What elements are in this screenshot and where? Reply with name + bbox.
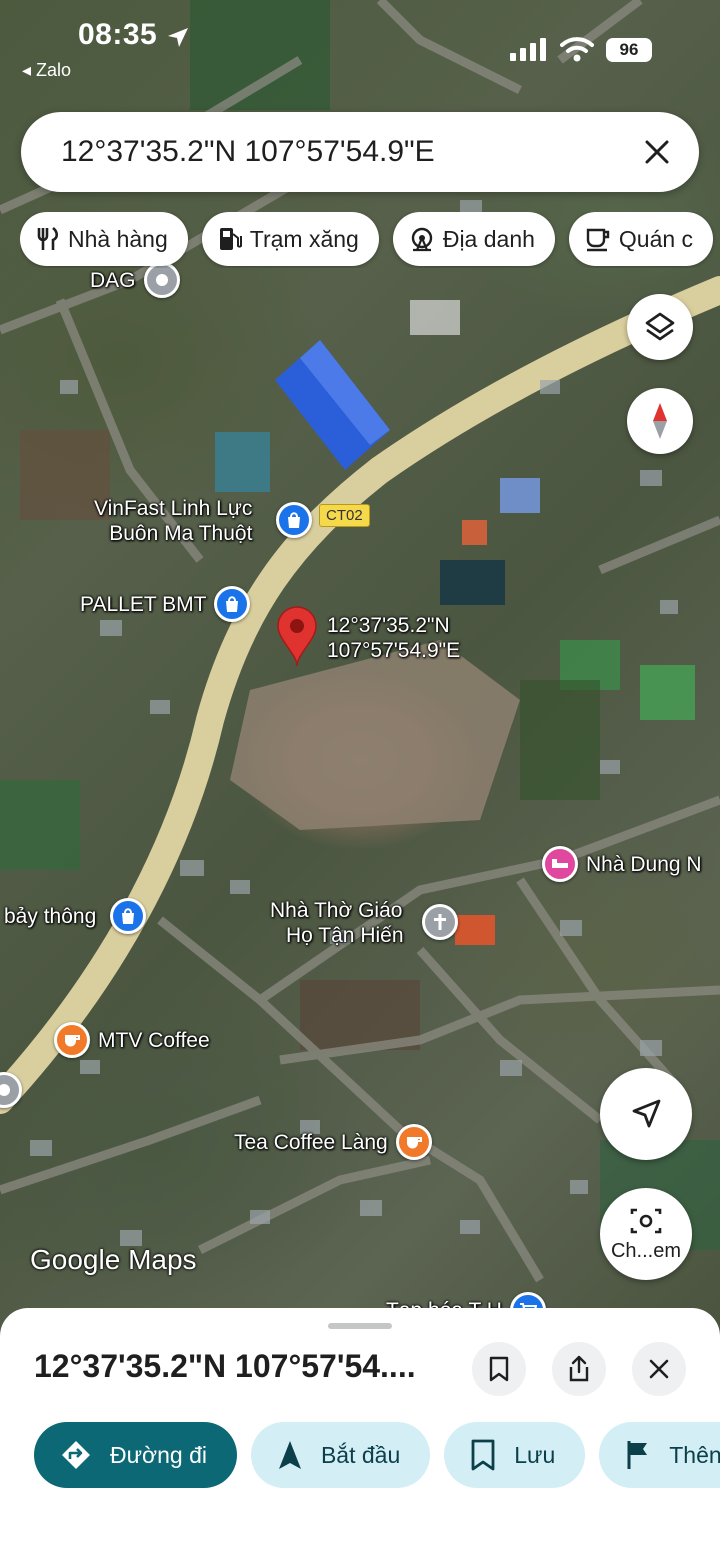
status-bar: 08:35 ◂ Zalo 96 [0,0,720,90]
navigation-arrow-icon [278,1441,301,1469]
bookmark-icon [489,1356,509,1382]
poi-tea-coffee[interactable]: Tea Coffee Làng [234,1124,432,1160]
layers-button[interactable] [627,294,693,360]
directions-icon [62,1441,90,1469]
shopping-bag-icon[interactable] [276,502,312,538]
lens-label: Ch...em [610,1239,682,1262]
close-icon [649,1359,669,1379]
wifi-icon [560,37,594,62]
cafe-icon [586,228,610,252]
chip-label: Quán c [618,225,694,252]
back-to-app-link[interactable]: ◂ Zalo [22,60,71,81]
road-label: CT02 [319,504,370,527]
chip-label: Địa danh [442,225,535,252]
shopping-bag-icon [214,586,251,622]
lens-camera-button[interactable]: Ch...em [600,1188,692,1280]
more-label: Thên [669,1441,720,1468]
chip-label: Trạm xăng [249,225,359,252]
pin-coord-lat: 12°37'35.2"N [327,614,450,637]
poi-nha-dung[interactable]: Nhà Dung N [542,846,702,882]
poi-mtv-coffee[interactable]: MTV Coffee [54,1022,210,1058]
poi-label: DAG [90,268,136,292]
close-sheet-button[interactable] [632,1342,686,1396]
pin-coord-lng: 107°57'54.9"E [327,639,461,662]
bookmark-icon [471,1439,495,1471]
directions-label: Đường đi [110,1441,207,1468]
coffee-cup-icon [54,1022,90,1058]
poi-label-line1: Nhà Thờ Giáo [270,899,403,922]
cellular-signal-icon [510,38,546,61]
chip-gas-stations[interactable]: Trạm xăng [201,212,379,266]
church-cross-icon[interactable] [422,904,458,940]
clear-search-button[interactable] [627,122,687,182]
place-title: 12°37'35.2"N 107°57'54.... [34,1348,416,1384]
poi-church[interactable]: Nhà Thờ Giáo Họ Tận Hiến [270,898,404,948]
category-chips: Nhà hàng Trạm xăng Địa danh Quán c [20,212,720,268]
chip-landmarks[interactable]: Địa danh [392,212,555,266]
poi-label: Nhà Dung N [586,852,702,876]
poi-label: MTV Coffee [98,1028,210,1052]
chip-restaurants[interactable]: Nhà hàng [20,212,188,266]
poi-label: Tea Coffee Làng [234,1130,388,1154]
shopping-bag-icon [110,898,147,934]
chip-label: Nhà hàng [68,225,168,252]
poi-vinfast[interactable]: VinFast Linh Lực Buôn Ma Thuột [94,496,252,546]
action-buttons: Đường đi Bắt đầu Lưu Thên [34,1422,720,1488]
chip-cafes[interactable]: Quán c [568,212,714,266]
flag-icon [627,1441,648,1469]
poi-label-line1: VinFast Linh Lực [94,497,253,520]
more-button[interactable]: Thên [599,1422,720,1488]
place-bottom-sheet[interactable]: 12°37'35.2"N 107°57'54.... Đường đi Bắt … [0,1308,720,1560]
restaurant-icon [37,226,59,250]
google-maps-logo: Google Maps [30,1244,197,1275]
close-icon [645,140,669,164]
navigation-arrow-icon [632,1099,661,1128]
compass-button[interactable] [627,388,693,454]
poi-label-line2: Họ Tận Hiến [286,924,404,947]
dropped-pin-icon[interactable] [274,604,320,668]
poi-label-line2: Buôn Ma Thuột [109,522,253,545]
poi-label: PALLET BMT [80,592,207,616]
save-bookmark-button[interactable] [472,1342,526,1396]
save-label: Lưu [514,1441,556,1468]
poi-bay-thong[interactable]: bảy thông [4,898,147,934]
location-arrow-icon [168,28,188,47]
share-icon [569,1355,589,1382]
my-location-button[interactable] [600,1068,692,1160]
search-bar[interactable]: 12°37'35.2"N 107°57'54.9"E [21,112,699,192]
landmark-icon [411,227,433,252]
camera-search-icon [630,1208,662,1233]
hotel-bed-icon [542,846,578,882]
share-button[interactable] [552,1342,606,1396]
start-navigation-button[interactable]: Bắt đầu [250,1422,431,1488]
pin-coordinates: 12°37'35.2"N 107°57'54.9"E [327,613,460,663]
poi-pallet[interactable]: PALLET BMT [80,586,251,622]
save-button[interactable]: Lưu [444,1422,586,1488]
drag-handle[interactable] [328,1323,392,1329]
start-label: Bắt đầu [320,1441,401,1468]
directions-button[interactable]: Đường đi [34,1422,237,1488]
gas-station-icon [219,228,242,250]
battery-indicator: 96 [606,38,652,62]
compass-icon [653,403,667,439]
status-time: 08:35 [78,18,158,51]
search-query[interactable]: 12°37'35.2"N 107°57'54.9"E [61,135,627,169]
coffee-cup-icon [395,1124,432,1160]
poi-label: bảy thông [4,904,97,928]
layers-icon [645,312,675,341]
